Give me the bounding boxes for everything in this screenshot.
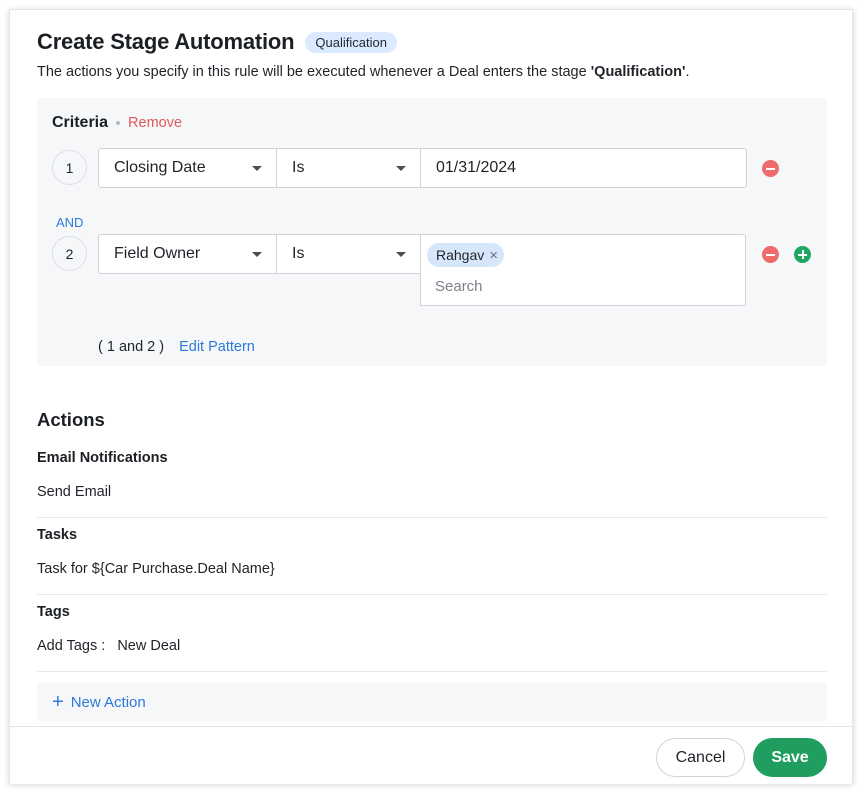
value-input-text: 01/31/2024 bbox=[436, 159, 517, 176]
criteria-title: Criteria bbox=[52, 114, 109, 131]
section-label-email-notifications: Email Notifications bbox=[37, 450, 168, 466]
chevron-down-icon bbox=[252, 166, 262, 171]
new-action-label: New Action bbox=[70, 693, 146, 711]
add-row-button[interactable] bbox=[794, 246, 811, 263]
criteria-row-number: 1 bbox=[52, 150, 87, 185]
dialog-description: The actions you specify in this rule wil… bbox=[37, 64, 689, 80]
create-stage-automation-dialog: Create Stage Automation Qualification Th… bbox=[9, 9, 853, 784]
action-task[interactable]: Task for ${Car Purchase.Deal Name} bbox=[37, 561, 275, 577]
operator-select[interactable]: Is bbox=[276, 234, 421, 274]
section-label-tags: Tags bbox=[37, 604, 70, 620]
owner-chip: Rahgav × bbox=[427, 243, 505, 267]
field-select[interactable]: Closing Date bbox=[98, 148, 277, 188]
remove-row-button[interactable] bbox=[762, 160, 779, 177]
edit-pattern-link[interactable]: Edit Pattern bbox=[179, 339, 255, 355]
pattern-text: ( 1 and 2 ) bbox=[98, 339, 165, 355]
value-input[interactable]: 01/31/2024 bbox=[420, 148, 747, 188]
close-icon[interactable]: × bbox=[489, 248, 498, 263]
criteria-conjunction: AND bbox=[56, 215, 84, 230]
minus-circle-icon bbox=[766, 253, 775, 256]
operator-select-value: Is bbox=[292, 245, 305, 262]
action-send-email[interactable]: Send Email bbox=[37, 484, 111, 500]
criteria-panel: Criteria Remove 1 Closing Date Is 01/31/… bbox=[37, 98, 827, 366]
operator-select[interactable]: Is bbox=[276, 148, 421, 188]
stage-badge: Qualification bbox=[305, 31, 397, 53]
owner-chip-label: Rahgav bbox=[436, 247, 485, 263]
criteria-header: Criteria Remove bbox=[52, 114, 182, 132]
save-button[interactable]: Save bbox=[753, 738, 827, 777]
chevron-down-icon bbox=[396, 252, 406, 257]
separator-dot bbox=[116, 121, 121, 125]
action-add-tags[interactable]: Add Tags : New Deal bbox=[37, 638, 180, 654]
new-action-button[interactable]: + New Action bbox=[37, 683, 827, 721]
criteria-pattern: ( 1 and 2 ) Edit Pattern bbox=[98, 339, 255, 355]
chevron-down-icon bbox=[252, 252, 262, 257]
divider bbox=[37, 671, 827, 672]
section-label-tasks: Tasks bbox=[37, 527, 78, 543]
field-select-value: Closing Date bbox=[114, 159, 206, 176]
plus-icon: + bbox=[52, 691, 64, 713]
divider bbox=[37, 517, 827, 518]
field-select[interactable]: Field Owner bbox=[98, 234, 277, 274]
dialog-footer: Cancel Save bbox=[10, 726, 852, 784]
divider bbox=[37, 594, 827, 595]
owner-multiselect[interactable]: Rahgav × Search bbox=[420, 234, 746, 306]
field-select-value: Field Owner bbox=[114, 245, 201, 262]
description-stage: 'Qualification' bbox=[590, 64, 686, 80]
criteria-row-number: 2 bbox=[52, 236, 87, 271]
minus-circle-icon bbox=[766, 167, 775, 170]
chevron-down-icon bbox=[396, 166, 406, 171]
dialog-header: Create Stage Automation Qualification bbox=[37, 29, 397, 55]
remove-row-button[interactable] bbox=[762, 246, 779, 263]
operator-select-value: Is bbox=[292, 159, 305, 176]
cancel-button[interactable]: Cancel bbox=[656, 738, 745, 777]
dialog-title: Create Stage Automation bbox=[37, 29, 295, 54]
remove-criteria-link[interactable]: Remove bbox=[128, 115, 182, 131]
description-suffix: . bbox=[685, 64, 690, 80]
actions-title: Actions bbox=[37, 409, 105, 430]
owner-search-input[interactable]: Search bbox=[435, 278, 483, 295]
description-prefix: The actions you specify in this rule wil… bbox=[37, 64, 591, 80]
